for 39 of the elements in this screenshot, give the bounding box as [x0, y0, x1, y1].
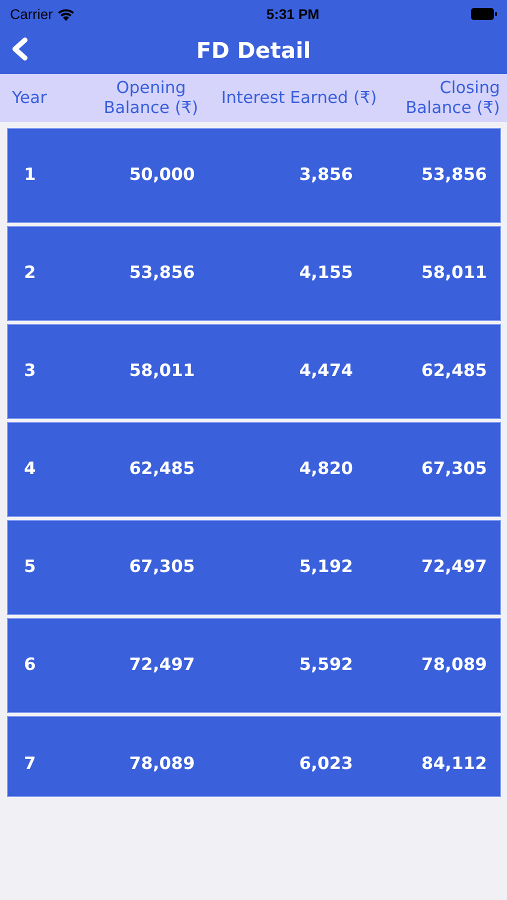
- table-cell-text: 53,856: [128, 262, 196, 285]
- table-cell-text: 4,155: [298, 262, 353, 285]
- column-header: Year: [12, 88, 48, 108]
- table-cell-text: 3: [24, 360, 37, 383]
- table-cell-text: 53,856: [420, 164, 487, 187]
- table-cell-text: 62,485: [128, 458, 196, 481]
- table-cell-text: 78,089: [128, 752, 196, 776]
- carrier-label: Carrier: [10, 4, 53, 24]
- table-cell-text: 50,000: [128, 164, 196, 187]
- wifi-icon: [56, 8, 75, 20]
- table-cell-text: 3,856: [298, 164, 353, 187]
- table-cell-text: 5,592: [298, 654, 353, 677]
- back-icon: [10, 36, 30, 61]
- back-button[interactable]: [10, 36, 30, 61]
- table-cell-text: 2: [24, 262, 37, 285]
- table-cell-text: 78,089: [420, 654, 487, 677]
- table-cell-text: 7: [24, 752, 37, 776]
- table-cell-text: 5: [24, 556, 37, 579]
- table-cell-text: 1: [24, 164, 37, 187]
- column-header: Interest Earned (₹): [220, 88, 378, 108]
- table-cell-text: 6,023: [298, 752, 353, 776]
- table-cell-text: 5,192: [298, 556, 353, 579]
- table-cell-text: 6: [24, 654, 37, 677]
- table-cell-text: 62,485: [420, 360, 487, 383]
- table-cell-text: 72,497: [420, 556, 487, 579]
- table-cell-text: 58,011: [420, 262, 487, 285]
- table-cell-text: 72,497: [128, 654, 196, 677]
- table-cell-text: 84,112: [420, 752, 487, 776]
- table-cell-text: 58,011: [128, 360, 196, 383]
- battery-icon: [470, 8, 497, 20]
- table-cell-text: 4,474: [298, 360, 353, 383]
- table-cell-text: 4: [24, 458, 37, 481]
- table-cell-text: 67,305: [420, 458, 487, 481]
- column-header: Opening Balance (₹): [102, 78, 200, 118]
- table-cell-text: 4,820: [298, 458, 353, 481]
- status-time: 5:31 PM: [266, 4, 320, 24]
- table-cell-text: 67,305: [128, 556, 196, 579]
- screen-title: FD Detail: [196, 38, 311, 66]
- column-header: Closing Balance (₹): [404, 78, 500, 118]
